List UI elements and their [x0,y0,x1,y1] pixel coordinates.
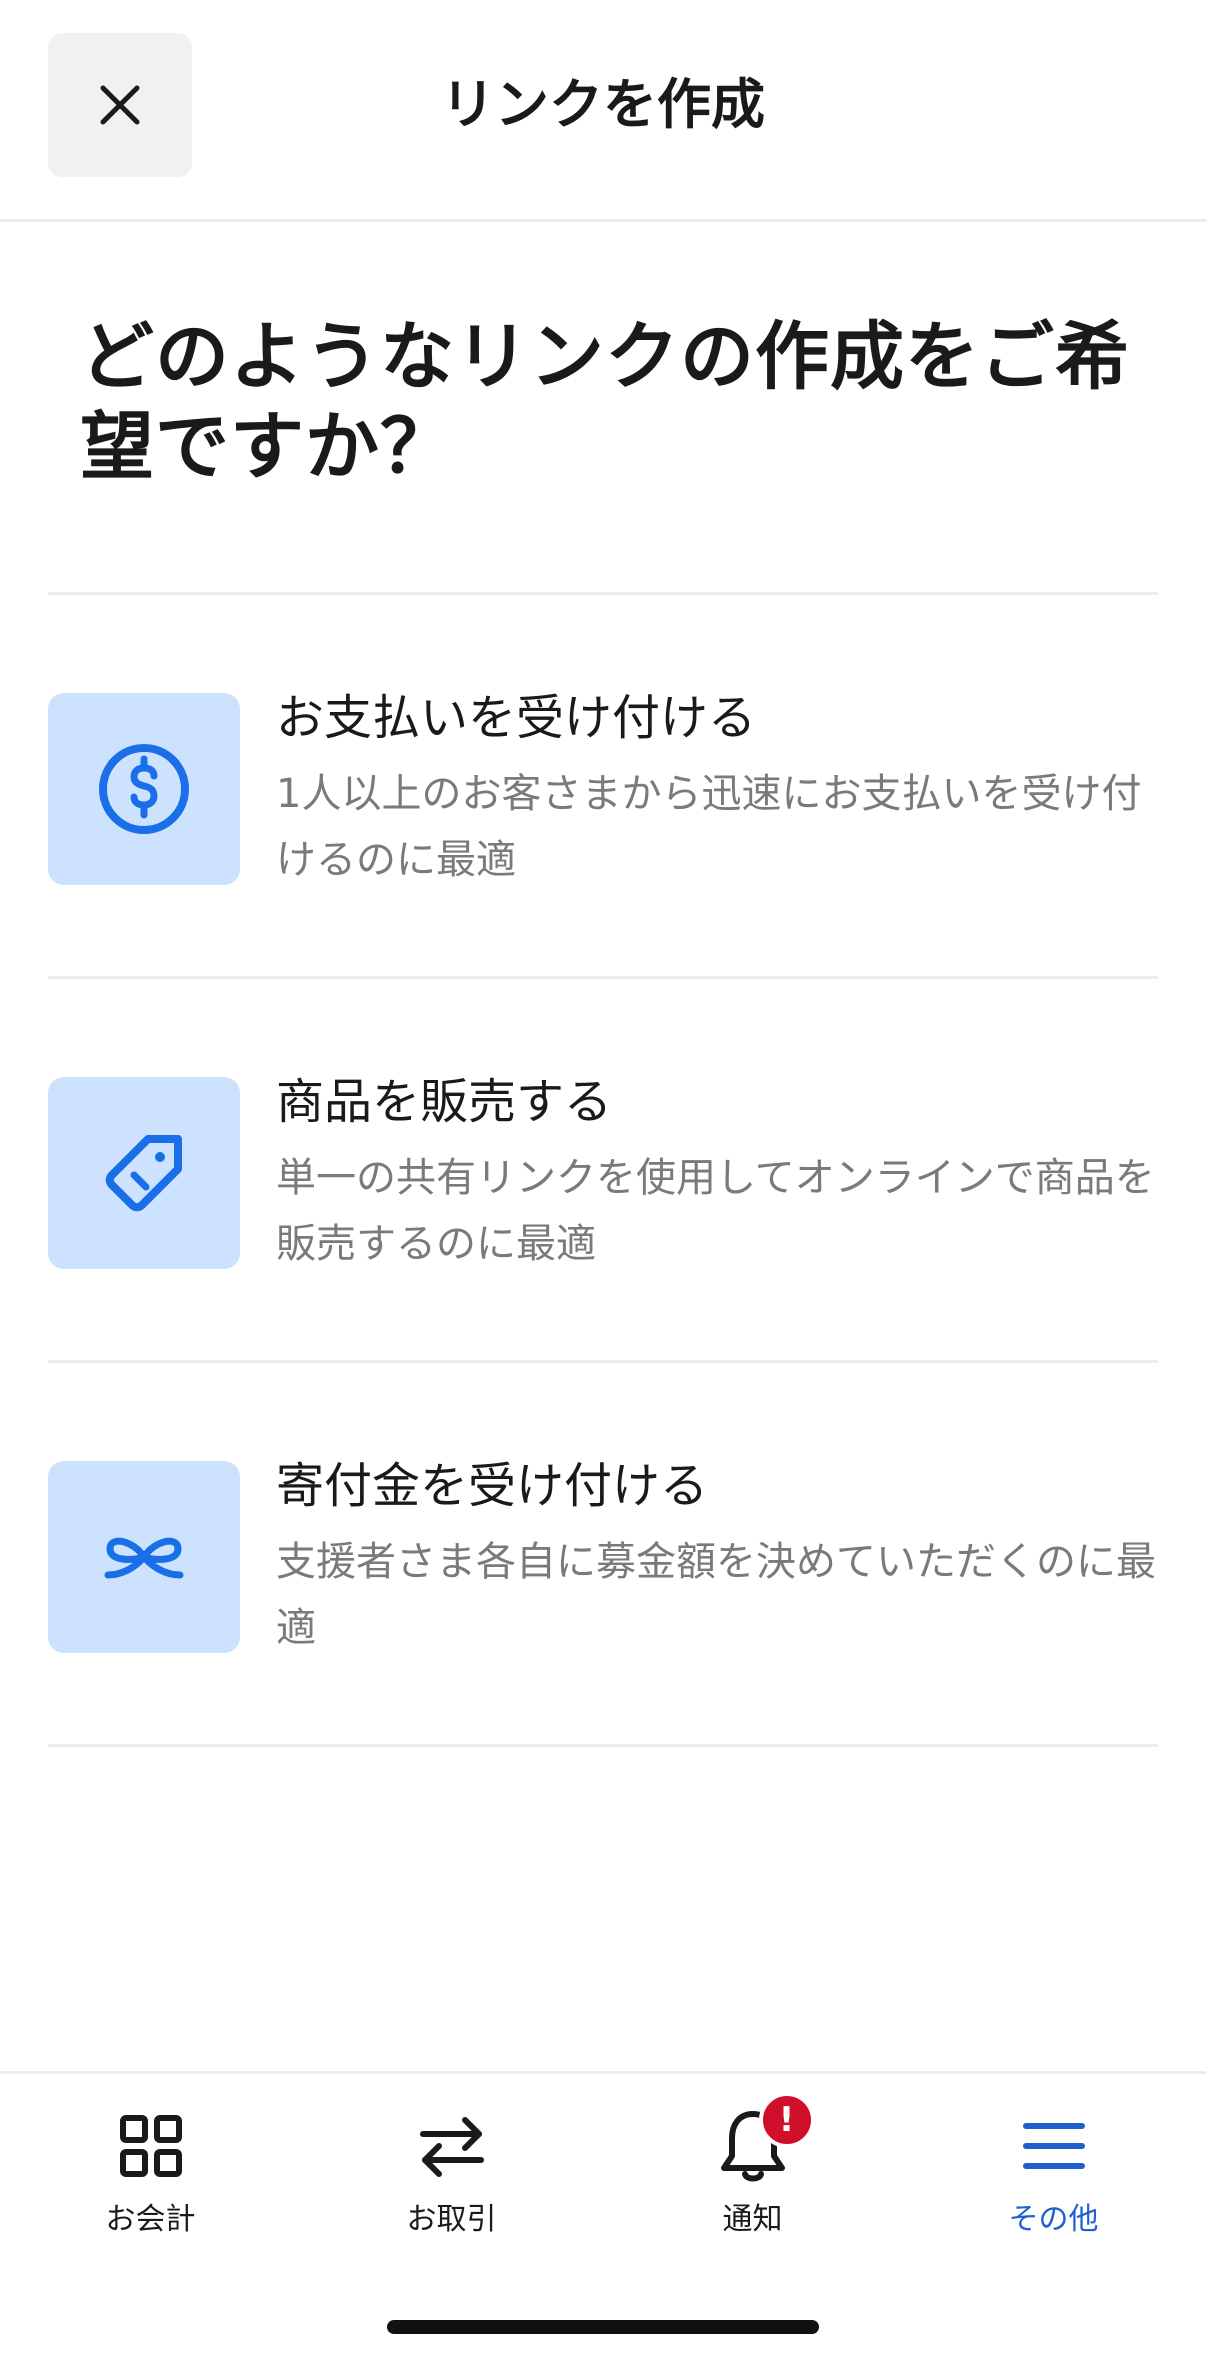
nav-item-transactions[interactable]: お取引 [301,2104,602,2254]
nav-label: お取引 [406,2202,497,2237]
bell-icon: ! [711,2092,815,2188]
bottom-nav: お会計 お取引 ! 通知 その他 [0,2071,1206,2361]
option-accept-donations[interactable]: 寄付金を受け付ける 支援者さま各自に募金額を決めていただくのに最適 [48,1363,1158,1744]
page-title: リンクを作成 [441,73,765,136]
nav-item-more[interactable]: その他 [903,2104,1204,2254]
menu-icon [1012,2104,1096,2188]
nav-label: その他 [1008,2202,1099,2237]
home-indicator[interactable] [387,2320,819,2334]
create-link-screen: リンクを作成 どのようなリンクの作成をご希望ですか？ お支払いを受け付ける 1人… [0,0,1206,2361]
transfer-arrows-icon [410,2104,494,2188]
nav-label: お会計 [105,2202,196,2237]
option-icon-box [48,693,240,885]
option-accept-payments[interactable]: お支払いを受け付ける 1人以上のお客さまから迅速にお支払いを受け付けるのに最適 [48,595,1158,976]
nav-item-checkout[interactable]: お会計 [0,2104,301,2254]
option-description: 1人以上のお客さまから迅速にお支払いを受け付けるのに最適 [276,771,1142,883]
option-title: 寄付金を受け付ける [276,1458,709,1514]
divider [48,1744,1158,1747]
dollar-circle-icon [99,744,189,834]
nav-label: 通知 [722,2202,783,2237]
option-description: 支援者さま各自に募金額を決めていただくのに最適 [276,1539,1156,1651]
grid-icon [109,2104,193,2188]
option-title: お支払いを受け付ける [276,690,757,746]
option-icon-box [48,1461,240,1653]
option-description: 単一の共有リンクを使用してオンラインで商品を販売するのに最適 [276,1155,1155,1267]
ribbon-bow-icon [104,1537,184,1579]
option-icon-box [48,1077,240,1269]
option-sell-products[interactable]: 商品を販売する 単一の共有リンクを使用してオンラインで商品を販売するのに最適 [48,979,1158,1360]
header: リンクを作成 [0,0,1206,222]
nav-item-notifications[interactable]: ! 通知 [602,2092,903,2254]
question-heading: どのようなリンクの作成をご希望ですか？ [80,314,1130,490]
price-tag-icon [105,1135,182,1212]
option-title: 商品を販売する [276,1074,613,1130]
notification-badge: ! [758,2092,815,2148]
link-type-options: お支払いを受け付ける 1人以上のお客さまから迅速にお支払いを受け付けるのに最適 … [48,592,1158,1747]
